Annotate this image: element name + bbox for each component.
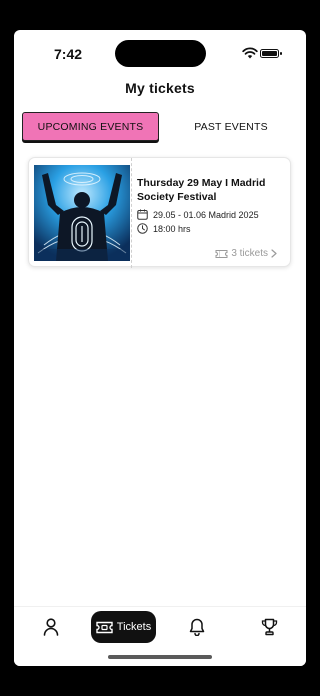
event-time: 18:00 hrs	[153, 223, 191, 234]
bottom-nav: Tickets	[14, 606, 306, 666]
wifi-icon	[242, 47, 258, 59]
chevron-right-icon	[271, 249, 277, 258]
ticket-icon	[215, 249, 228, 258]
ticket-icon	[96, 621, 113, 633]
event-dates: 29.05 - 01.06 Madrid 2025	[153, 209, 259, 220]
tab-past-events[interactable]: PAST EVENTS	[164, 112, 298, 141]
event-name: Society Festival	[137, 191, 217, 203]
event-image	[34, 165, 130, 261]
nav-rewards[interactable]	[254, 611, 284, 643]
notification-bell-icon	[189, 618, 205, 636]
clock-icon	[137, 223, 148, 234]
profile-icon	[43, 618, 59, 636]
battery-icon	[260, 49, 282, 58]
event-dates-row: 29.05 - 01.06 Madrid 2025	[137, 209, 259, 220]
nav-notifications[interactable]	[182, 611, 212, 643]
tickets-count-link[interactable]: 3 tickets	[212, 248, 280, 259]
app-screen: 7:42 My tickets UPCOMING EVENTS PAST EVE…	[14, 30, 306, 666]
ticket-divider	[131, 158, 132, 268]
event-date: Thursday 29 May I Madrid	[137, 177, 266, 189]
home-indicator	[108, 655, 212, 659]
status-bar: 7:42	[14, 30, 306, 76]
nav-tickets[interactable]: Tickets	[91, 611, 156, 643]
trophy-icon	[261, 618, 277, 636]
event-time-row: 18:00 hrs	[137, 223, 191, 234]
dynamic-island	[115, 40, 206, 67]
tickets-count: 3 tickets	[231, 248, 268, 259]
nav-tickets-label: Tickets	[116, 621, 152, 633]
tab-upcoming-events[interactable]: UPCOMING EVENTS	[22, 112, 159, 141]
nav-profile[interactable]	[36, 611, 66, 643]
status-time: 7:42	[54, 46, 83, 62]
page-title: My tickets	[125, 80, 195, 96]
calendar-icon	[137, 209, 148, 220]
ticket-card[interactable]: Thursday 29 May I Madrid Society Festiva…	[28, 157, 291, 268]
